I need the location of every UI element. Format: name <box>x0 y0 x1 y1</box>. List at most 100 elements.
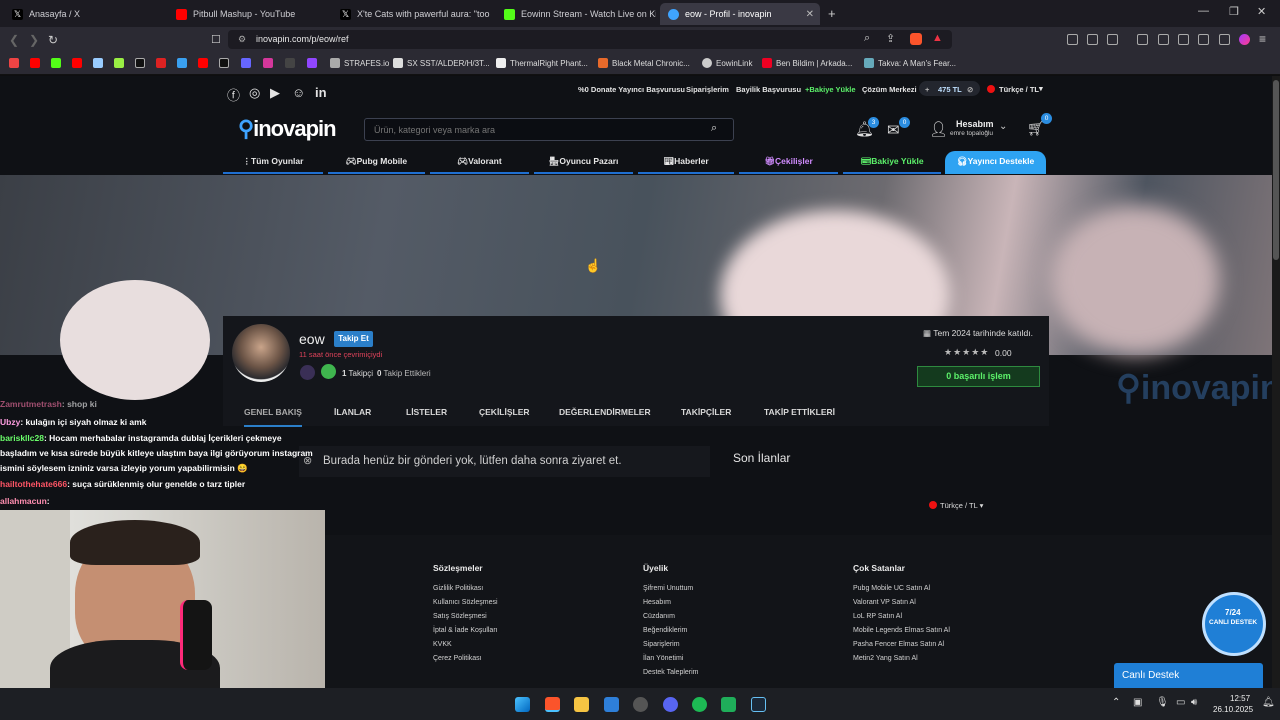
zoom-icon[interactable]: ⌕ <box>864 32 870 45</box>
file-explorer-icon[interactable] <box>574 697 589 712</box>
url-field[interactable]: inovapin.com/p/eow/ref <box>228 30 952 49</box>
footer-link[interactable]: Metin2 Yang Satın Al <box>853 655 918 662</box>
footer-language-selector[interactable]: Türkçe / TL ▾ <box>940 501 983 510</box>
footer-link[interactable]: LoL RP Satın Al <box>853 613 902 620</box>
nav-valorant[interactable]: 🎮︎Valorant <box>430 155 529 174</box>
tab-following[interactable]: TAKİP ETTİKLERİ <box>764 407 835 417</box>
scrollbar-thumb[interactable] <box>1273 80 1279 260</box>
close-tab-icon[interactable]: ✕ <box>806 9 814 20</box>
live-support-button[interactable]: Canlı Destek <box>1114 663 1263 688</box>
wallet-icon[interactable] <box>1178 34 1189 45</box>
new-tab-button[interactable]: + <box>828 6 836 21</box>
bookmark-item[interactable]: Black Metal Chronic... <box>598 58 690 68</box>
search-input[interactable] <box>364 118 734 141</box>
tab-followers[interactable]: TAKİPÇİLER <box>681 407 731 417</box>
footer-link[interactable]: Siparişlerim <box>643 641 680 648</box>
hide-balance-icon[interactable]: ⊘ <box>967 85 973 94</box>
user-icon[interactable]: 👤︎ <box>929 120 948 138</box>
bookmark-favicon-icon[interactable] <box>177 58 187 68</box>
mail-icon[interactable]: ✉ <box>887 121 900 139</box>
footer-link[interactable]: Pubg Mobile UC Satın Al <box>853 585 930 592</box>
leo-ai-icon[interactable] <box>1239 34 1250 45</box>
nav-all-games[interactable]: ⋮Tüm Oyunlar <box>223 155 323 174</box>
footer-link[interactable]: Şifremi Unuttum <box>643 585 693 592</box>
settings-icon[interactable] <box>633 697 648 712</box>
nav-giveaways[interactable]: 🎁︎Çekilişler <box>739 155 838 174</box>
reseller-link[interactable]: Bayilik Başvurusu <box>736 85 801 94</box>
windows-start-icon[interactable] <box>515 697 530 712</box>
network-icon[interactable]: ▭ <box>1176 697 1185 708</box>
extension-icon[interactable] <box>1107 34 1118 45</box>
followers-stat[interactable]: 1 Takipçi <box>342 369 373 378</box>
footer-link[interactable]: Çerez Politikası <box>433 655 482 662</box>
menu-icon[interactable]: ≡ <box>1259 32 1266 46</box>
following-stat[interactable]: 0 Takip Ettikleri <box>377 369 431 378</box>
footer-link[interactable]: Satış Sözleşmesi <box>433 613 487 620</box>
sidebar-icon[interactable] <box>1158 34 1169 45</box>
back-button[interactable]: ❮ <box>9 33 19 47</box>
brave-browser-icon[interactable] <box>545 697 560 712</box>
youtube-icon[interactable] <box>30 58 40 68</box>
language-selector[interactable]: Türkçe / TL <box>999 85 1039 94</box>
donate-streamer-link[interactable]: %0 Donate Yayıncı Başvurusu <box>578 85 685 94</box>
tab-twitter-home[interactable]: 𝕏 Anasayfa / X <box>4 3 164 25</box>
account-label[interactable]: Hesabım <box>956 119 994 129</box>
nav-pubg[interactable]: 🎮︎Pubg Mobile <box>328 155 425 174</box>
share-icon[interactable]: ⇪ <box>886 32 895 45</box>
bookmark-item[interactable]: ThermalRight Phant... <box>496 58 588 68</box>
clock-date[interactable]: 26.10.2025 <box>1213 705 1253 714</box>
follow-button[interactable]: Takip Et <box>334 331 373 347</box>
tab-youtube[interactable]: Pitbull Mashup - YouTube <box>168 3 328 25</box>
bookmark-item[interactable]: Takva: A Man's Fear... <box>864 58 956 68</box>
footer-link[interactable]: İlan Yönetimi <box>643 655 683 662</box>
tab-twitter-cats[interactable]: 𝕏 X'te Cats with pawerful aura: "too mi <box>332 3 492 25</box>
brave-rewards-icon[interactable]: ▲ <box>932 32 943 44</box>
footer-link[interactable]: Cüzdanım <box>643 613 675 620</box>
photos-icon[interactable] <box>604 697 619 712</box>
bookmark-item[interactable]: Ben Bildim | Arkada... <box>762 58 852 68</box>
vpn-icon[interactable] <box>1219 34 1230 45</box>
footer-link[interactable]: Beğendiklerim <box>643 627 687 634</box>
app-icon[interactable] <box>721 697 736 712</box>
clock-time[interactable]: 12:57 <box>1230 694 1250 703</box>
extension-icon[interactable] <box>1198 34 1209 45</box>
site-info-icon[interactable]: ⚙ <box>238 34 246 45</box>
bookmark-favicon-icon[interactable] <box>93 58 103 68</box>
minimize-button[interactable]: — <box>1198 5 1209 17</box>
footer-link[interactable]: Kullanıcı Sözleşmesi <box>433 599 498 606</box>
bookmark-favicon-icon[interactable] <box>241 58 251 68</box>
footer-link[interactable]: Destek Taleplerim <box>643 669 699 676</box>
avatar[interactable] <box>232 324 290 382</box>
footer-link[interactable]: Gizlilik Politikası <box>433 585 483 592</box>
extension-icon[interactable] <box>1137 34 1148 45</box>
nav-support-streamer[interactable]: 🎧︎Yayıncı Destekle <box>945 151 1046 174</box>
footer-link[interactable]: Hesabım <box>643 599 671 606</box>
youtube-icon[interactable] <box>198 58 208 68</box>
twitch-icon[interactable] <box>307 58 317 68</box>
tab-reviews[interactable]: DEĞERLENDİRMELER <box>559 407 651 417</box>
extension-icon[interactable] <box>1087 34 1098 45</box>
search-icon[interactable]: ⌕ <box>711 122 717 135</box>
tray-chevron-up-icon[interactable]: ⌃ <box>1112 697 1120 708</box>
bookmark-favicon-icon[interactable] <box>156 58 166 68</box>
youtube-icon[interactable]: ▶ <box>270 85 280 101</box>
bookmark-favicon-icon[interactable] <box>114 58 124 68</box>
bookmark-item[interactable]: SX SST/ALDER/H/3T... <box>393 58 490 68</box>
bookmark-item[interactable]: EowinLink <box>702 58 752 68</box>
footer-link[interactable]: KVKK <box>433 641 452 648</box>
youtube-icon[interactable] <box>72 58 82 68</box>
discord-icon[interactable]: ☺ <box>292 85 305 100</box>
nav-topup[interactable]: 💳︎Bakiye Yükle <box>843 155 941 174</box>
bookmark-icon[interactable]: ☐ <box>211 33 221 46</box>
steam-icon[interactable] <box>751 697 766 712</box>
x-logo-icon[interactable] <box>219 58 229 68</box>
footer-link[interactable]: Valorant VP Satın Al <box>853 599 916 606</box>
orders-link[interactable]: Siparişlerim <box>686 85 729 94</box>
footer-link[interactable]: Pasha Fencer Elmas Satın Al <box>853 641 944 648</box>
tab-kick[interactable]: Eowinn Stream - Watch Live on Kick <box>496 3 656 25</box>
tab-giveaways[interactable]: ÇEKİLİŞLER <box>479 407 530 417</box>
footer-link[interactable]: Mobile Legends Elmas Satın Al <box>853 627 950 634</box>
forward-button[interactable]: ❯ <box>29 33 39 47</box>
facebook-icon[interactable]: ⓕ <box>227 85 240 104</box>
site-logo[interactable]: ⚲inovapin <box>238 116 337 142</box>
